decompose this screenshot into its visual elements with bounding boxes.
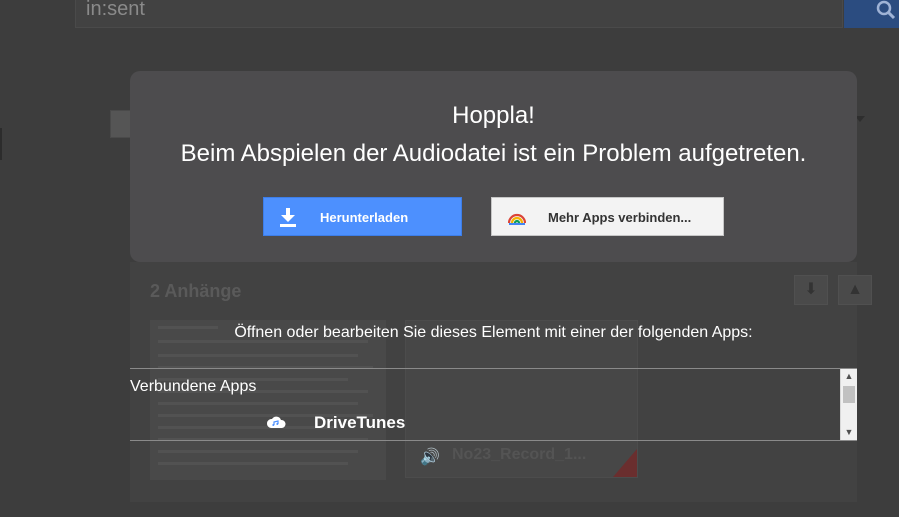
background-marker (0, 128, 2, 160)
attachment-filename: No23_Record_1... (452, 446, 587, 463)
download-icon (280, 208, 296, 227)
download-icon: ⬇ (804, 281, 818, 298)
drive-icon: ▲ (847, 281, 863, 298)
dialog-message: Beim Abspielen der Audiodatei ist ein Pr… (180, 140, 807, 167)
search-button (844, 0, 899, 28)
search-icon (876, 0, 896, 20)
connect-more-apps-label: Mehr Apps verbinden... (548, 210, 692, 225)
cloud-icon (266, 416, 286, 428)
scrollbar-thumb[interactable] (843, 386, 855, 403)
dialog-title: Hoppla! (452, 102, 535, 129)
error-dialog: Hoppla! Beim Abspielen der Audiodatei is… (130, 71, 857, 262)
attachments-heading: 2 Anhänge (150, 281, 242, 301)
app-item-drivetunes[interactable]: DriveTunes (266, 411, 686, 435)
save-to-drive-button: ▲ (838, 275, 872, 305)
search-input: in:sent (75, 0, 843, 28)
drive-apps-icon (508, 213, 526, 225)
download-button-label: Herunterladen (320, 210, 409, 225)
connected-apps-list: Verbundene Apps DriveTunes ▲ ▼ (130, 368, 857, 441)
speaker-icon: 🔊 (420, 449, 440, 466)
connected-apps-heading: Verbundene Apps (130, 378, 257, 395)
connect-more-apps-button[interactable]: Mehr Apps verbinden... (491, 197, 724, 236)
apps-list-scrollbar[interactable]: ▲ ▼ (840, 369, 857, 440)
scroll-up-arrow-icon[interactable]: ▲ (841, 369, 857, 384)
app-name: DriveTunes (314, 413, 406, 432)
scroll-down-arrow-icon[interactable]: ▼ (841, 425, 857, 440)
download-all-button: ⬇ (794, 275, 828, 305)
open-with-prompt: Öffnen oder bearbeiten Sie dieses Elemen… (234, 324, 753, 341)
download-button[interactable]: Herunterladen (263, 197, 462, 236)
